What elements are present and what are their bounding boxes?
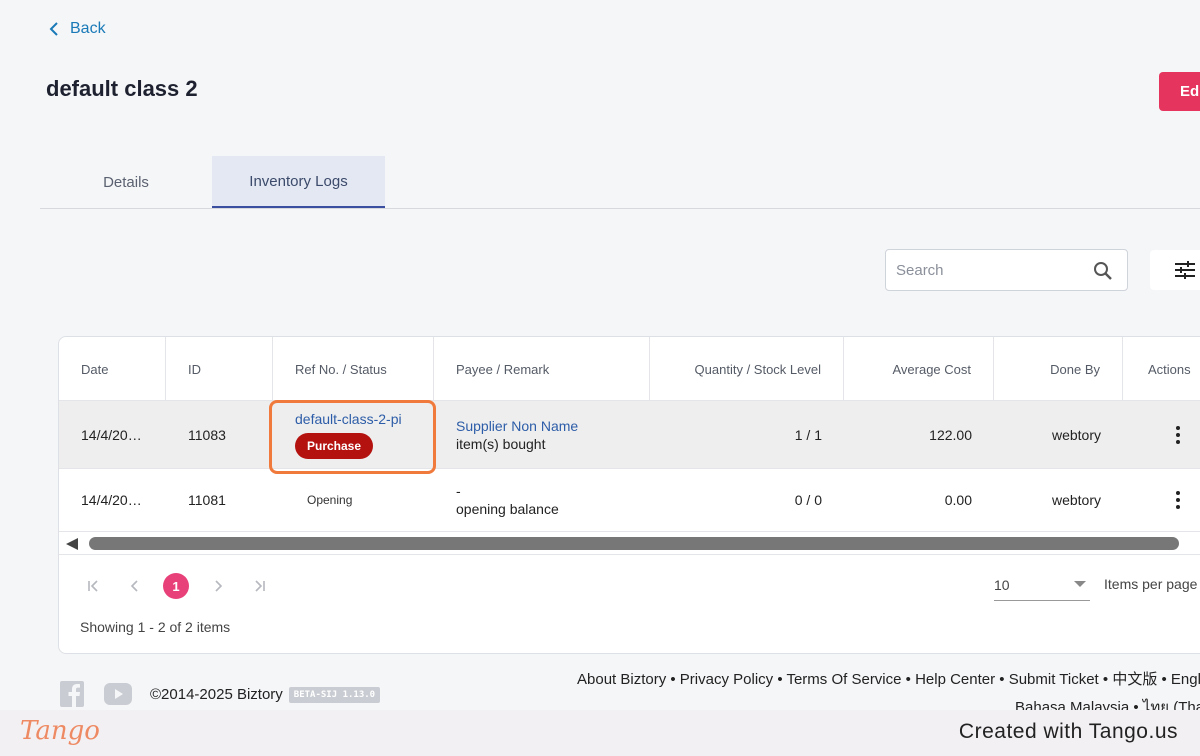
cell-done-by: webtory [1051, 492, 1101, 508]
remark-text: opening balance [456, 501, 559, 517]
items-per-page-value: 10 [994, 577, 1010, 593]
page: Back default class 2 Edit Details Invent… [0, 0, 1200, 756]
filter-button[interactable] [1150, 250, 1200, 290]
chevron-down-icon [1074, 581, 1086, 587]
cell-date: 14/4/20… [81, 426, 142, 443]
chevron-left-icon [49, 22, 58, 36]
page-title: default class 2 [46, 76, 198, 101]
cell-done-by: webtory [1051, 426, 1101, 443]
col-id: ID [166, 337, 273, 401]
cell-average-cost: 0.00 [944, 492, 972, 508]
version-badge: BETA-SIJ 1.13.0 [288, 686, 381, 703]
table-row[interactable]: 14/4/20… 11083 default-class-2-pi Purcha… [59, 401, 1200, 469]
table-header: Date ID Ref No. / Status Payee / Remark … [59, 337, 1200, 401]
tango-logo: Tango [20, 716, 100, 746]
remark-text: item(s) bought [456, 435, 546, 452]
col-payee-remark: Payee / Remark [434, 337, 650, 401]
copyright-text: ©2014-2025 Biztory [150, 686, 283, 703]
items-per-page-label: Items per page [1104, 576, 1198, 592]
back-label: Back [70, 20, 106, 37]
search-box [885, 249, 1128, 291]
col-done-by: Done By [994, 337, 1123, 401]
search-icon[interactable] [1092, 260, 1114, 282]
scroll-left-arrow-icon[interactable] [66, 538, 78, 550]
search-input[interactable] [896, 260, 1086, 280]
cell-payee-remark: - opening balance [434, 469, 650, 531]
payee-link[interactable]: Supplier Non Name [456, 418, 578, 434]
back-link[interactable]: Back [48, 20, 106, 38]
sliders-icon [1175, 261, 1195, 279]
cell-actions [1123, 469, 1200, 531]
items-per-page-select[interactable]: 10 [994, 573, 1090, 601]
col-actions: Actions [1148, 361, 1191, 377]
scroll-thumb[interactable] [89, 537, 1179, 550]
col-average-cost: Average Cost [844, 337, 994, 401]
kebab-icon[interactable] [1176, 491, 1180, 509]
status-badge: Opening [307, 493, 353, 507]
cell-ref-status: Opening [273, 469, 434, 531]
col-ref-status: Ref No. / Status [273, 337, 434, 401]
cell-ref-status: default-class-2-pi Purchase [273, 401, 434, 468]
footer-links[interactable]: About Biztory • Privacy Policy • Terms O… [577, 668, 1200, 689]
cell-date: 14/4/20… [81, 492, 142, 508]
horizontal-scrollbar[interactable] [59, 533, 1200, 555]
col-quantity-stock: Quantity / Stock Level [650, 337, 844, 401]
prev-page-icon[interactable] [122, 573, 148, 599]
facebook-icon[interactable] [60, 681, 84, 707]
cell-quantity-stock: 1 / 1 [794, 426, 822, 443]
kebab-icon[interactable] [1176, 425, 1180, 444]
cell-average-cost: 122.00 [929, 426, 972, 443]
edit-button[interactable]: Edit [1159, 72, 1200, 111]
tab-bar: Details Inventory Logs [40, 156, 1200, 209]
status-badge: Purchase [295, 432, 374, 459]
tab-details[interactable]: Details [40, 156, 212, 208]
tab-inventory-logs[interactable]: Inventory Logs [212, 156, 385, 208]
youtube-icon[interactable] [104, 683, 132, 705]
social-links [60, 681, 132, 707]
tango-watermark-bar: Tango Created with Tango.us [0, 710, 1200, 756]
ref-link[interactable]: default-class-2-pi [295, 411, 402, 427]
inventory-log-table: Date ID Ref No. / Status Payee / Remark … [58, 336, 1200, 654]
tango-credit: Created with Tango.us [958, 720, 1178, 743]
cell-id: 11081 [188, 492, 226, 508]
col-date: Date [59, 337, 166, 401]
page-button-current[interactable]: 1 [163, 573, 189, 599]
next-page-icon[interactable] [205, 573, 231, 599]
cell-id: 11083 [188, 426, 226, 443]
cell-quantity-stock: 0 / 0 [794, 492, 822, 508]
showing-count: Showing 1 - 2 of 2 items [80, 619, 231, 635]
copyright: ©2014-2025 Biztory BETA-SIJ 1.13.0 [150, 686, 381, 703]
cell-payee-remark: Supplier Non Name item(s) bought [434, 401, 650, 468]
cell-actions [1123, 401, 1200, 468]
table-row[interactable]: 14/4/20… 11081 Opening - opening balance… [59, 469, 1200, 532]
payee-text: - [456, 483, 461, 499]
last-page-icon[interactable] [247, 573, 273, 599]
first-page-icon[interactable] [80, 573, 106, 599]
